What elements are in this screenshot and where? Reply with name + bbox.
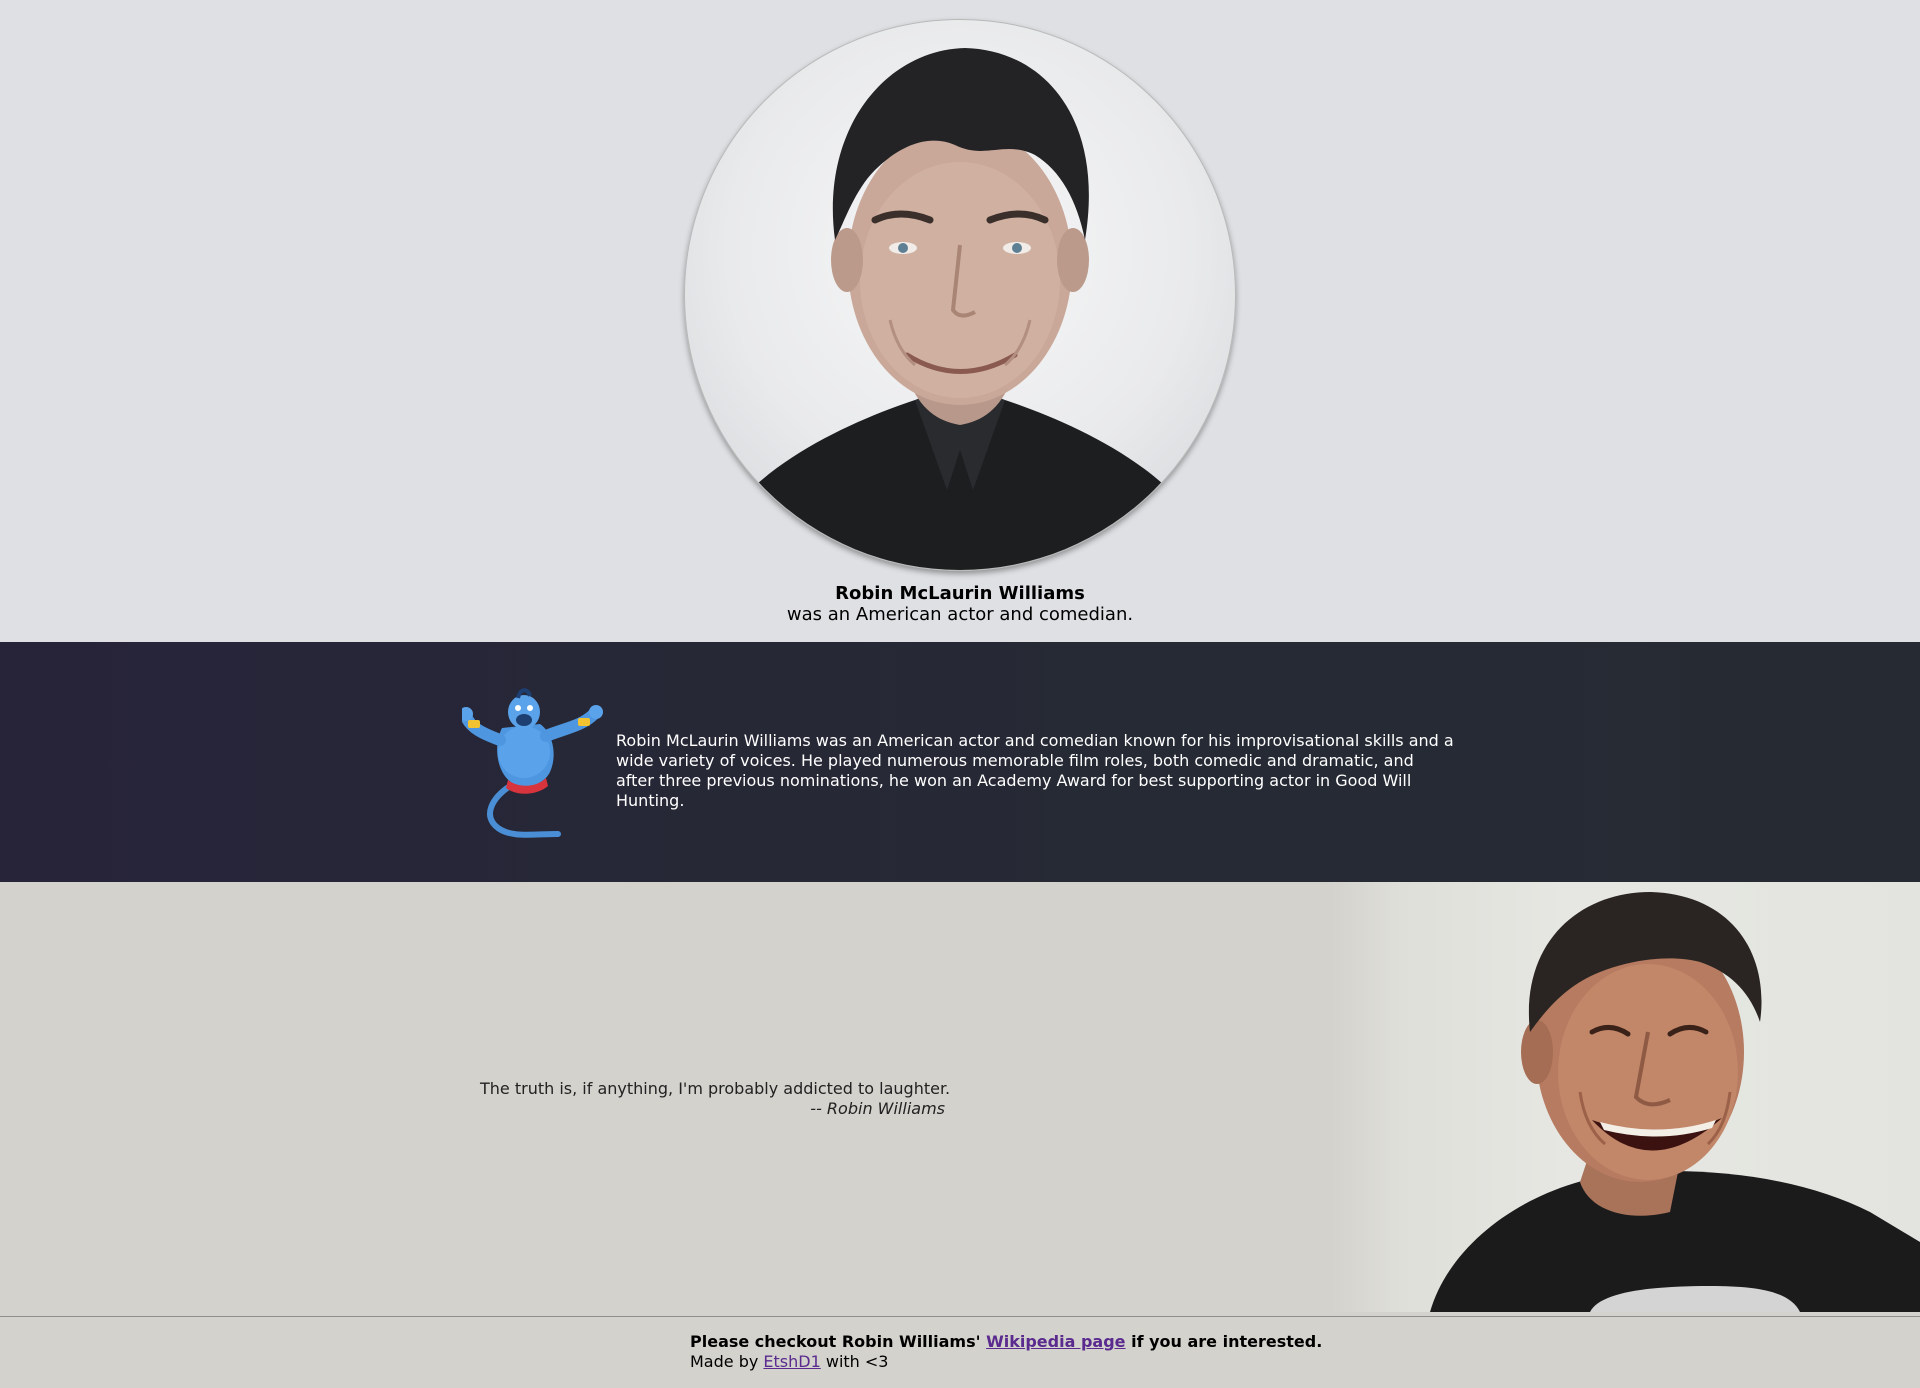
genie-icon [462, 688, 606, 838]
footer-content: Please checkout Robin Williams' Wikipedi… [690, 1332, 1322, 1372]
wikipedia-link[interactable]: Wikipedia page [986, 1332, 1125, 1351]
header-section: Robin McLaurin Williams was an American … [0, 0, 1920, 642]
person-description: was an American actor and comedian. [786, 604, 1134, 625]
person-name: Robin McLaurin Williams [835, 583, 1085, 604]
caption: Robin McLaurin Williams was an American … [0, 583, 1920, 625]
quote: The truth is, if anything, I'm probably … [480, 1079, 951, 1119]
footer-wikipedia-line: Please checkout Robin Williams' Wikipedi… [690, 1332, 1322, 1352]
footer-credit-line: Made by EtshD1 with <3 [690, 1352, 1322, 1372]
bio-text: Robin McLaurin Williams was an American … [616, 731, 1454, 810]
made-by-suffix: with <3 [820, 1352, 889, 1371]
footer: Please checkout Robin Williams' Wikipedi… [0, 1316, 1920, 1388]
quote-author: -- Robin Williams [810, 1099, 945, 1118]
quote-text: The truth is, if anything, I'm probably … [480, 1079, 951, 1098]
made-by-prefix: Made by [690, 1352, 764, 1371]
author-link[interactable]: EtshD1 [763, 1352, 820, 1371]
footer-prefix: Please checkout Robin Williams' [690, 1332, 987, 1351]
footer-suffix: if you are interested. [1125, 1332, 1323, 1351]
laughing-photo [1330, 882, 1920, 1312]
portrait-image [684, 19, 1236, 571]
